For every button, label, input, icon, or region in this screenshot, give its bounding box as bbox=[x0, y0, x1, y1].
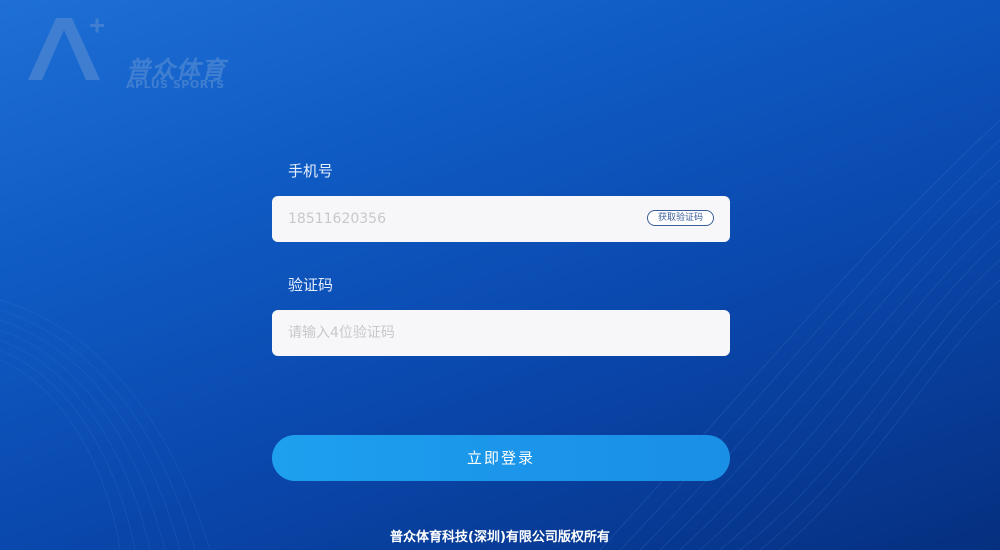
login-form: 手机号 获取验证码 验证码 bbox=[272, 160, 730, 356]
login-button[interactable]: 立即登录 bbox=[272, 435, 730, 481]
brand-logo: 普众体育 APLUS SPORTS bbox=[28, 14, 228, 91]
get-code-button[interactable]: 获取验证码 bbox=[646, 210, 714, 226]
code-field-container bbox=[272, 310, 730, 356]
brand-name-en: APLUS SPORTS bbox=[126, 78, 225, 91]
footer-copyright: 普众体育科技(深圳)有限公司版权所有 bbox=[390, 530, 610, 545]
code-label: 验证码 bbox=[288, 276, 334, 294]
aplus-logo-icon bbox=[28, 18, 104, 80]
phone-field-container: 获取验证码 bbox=[272, 196, 730, 242]
phone-label: 手机号 bbox=[288, 162, 334, 180]
code-input[interactable] bbox=[272, 310, 730, 356]
